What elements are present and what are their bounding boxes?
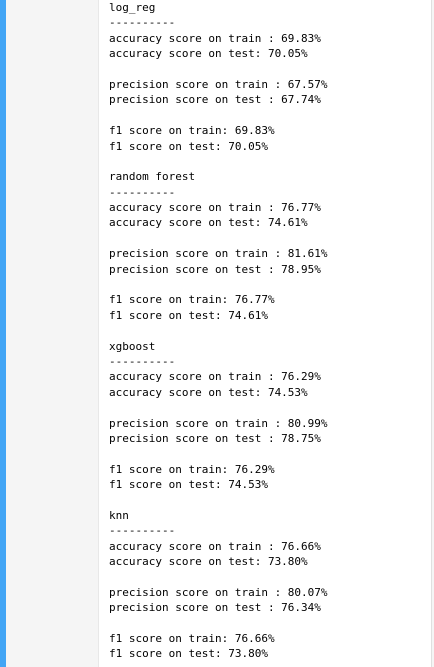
f1-train: f1 score on train: 76.29% [109, 462, 275, 476]
separator: ---------- [109, 524, 176, 538]
accuracy-test: accuracy score on test: 70.05% [109, 47, 308, 61]
precision-test: precision score on test : 76.34% [109, 601, 321, 615]
model-name: knn [109, 508, 129, 522]
notebook-output-cell: log_reg ---------- accuracy score on tra… [0, 0, 434, 667]
precision-train: precision score on train : 67.57% [109, 77, 328, 91]
f1-test: f1 score on test: 70.05% [109, 139, 268, 153]
accuracy-train: accuracy score on train : 76.66% [109, 539, 321, 553]
precision-test: precision score on test : 78.95% [109, 262, 321, 276]
precision-train: precision score on train : 81.61% [109, 247, 328, 261]
separator: ---------- [109, 185, 176, 199]
f1-train: f1 score on train: 76.77% [109, 293, 275, 307]
separator: ---------- [109, 16, 176, 30]
precision-test: precision score on test : 67.74% [109, 93, 321, 107]
stdout-text: log_reg ---------- accuracy score on tra… [109, 0, 328, 662]
precision-train: precision score on train : 80.07% [109, 585, 328, 599]
accuracy-train: accuracy score on train : 76.29% [109, 370, 321, 384]
f1-train: f1 score on train: 69.83% [109, 124, 275, 138]
output-area: log_reg ---------- accuracy score on tra… [98, 0, 432, 667]
f1-test: f1 score on test: 73.80% [109, 647, 268, 661]
model-name: xgboost [109, 339, 156, 353]
accuracy-test: accuracy score on test: 74.61% [109, 216, 308, 230]
accuracy-train: accuracy score on train : 69.83% [109, 31, 321, 45]
output-prompt-gutter [6, 0, 98, 667]
accuracy-test: accuracy score on test: 74.53% [109, 385, 308, 399]
separator: ---------- [109, 354, 176, 368]
accuracy-test: accuracy score on test: 73.80% [109, 555, 308, 569]
model-name: random forest [109, 170, 196, 184]
f1-train: f1 score on train: 76.66% [109, 632, 275, 646]
model-name: log_reg [109, 1, 156, 14]
precision-train: precision score on train : 80.99% [109, 416, 328, 430]
f1-test: f1 score on test: 74.53% [109, 478, 268, 492]
accuracy-train: accuracy score on train : 76.77% [109, 201, 321, 215]
precision-test: precision score on test : 78.75% [109, 431, 321, 445]
f1-test: f1 score on test: 74.61% [109, 308, 268, 322]
